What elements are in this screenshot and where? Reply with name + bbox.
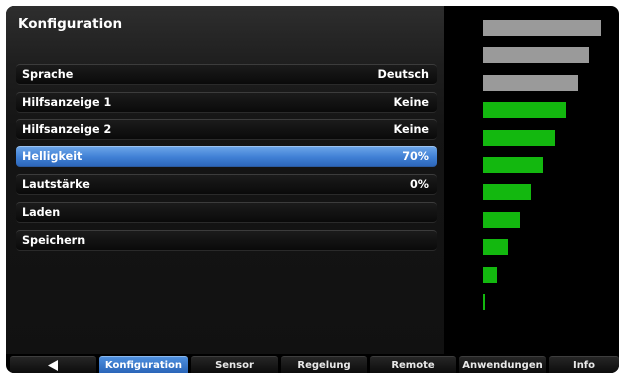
menu-item-speichern[interactable]: Speichern [16,230,437,251]
menu-item-laden[interactable]: Laden [16,202,437,223]
brightness-level-bar [483,239,509,256]
menu-item-lautstaerke[interactable]: Lautstärke 0% [16,174,437,195]
bottom-tab-bar: Konfiguration Sensor Regelung Remote Anw… [6,356,619,373]
menu-item-value: Deutsch [377,68,429,81]
tab-info[interactable]: Info [549,356,619,373]
menu-item-value: 70% [402,150,429,163]
device-screen: Konfiguration Sprache Deutsch Hilfsanzei… [6,6,619,373]
tab-konfiguration[interactable]: Konfiguration [99,356,188,373]
menu-item-label: Helligkeit [22,150,83,163]
brightness-level-bar [483,74,578,91]
brightness-level-bar [483,129,555,146]
menu-item-value: Keine [393,123,429,136]
tab-sensor[interactable]: Sensor [191,356,278,373]
brightness-level-bar [483,102,567,119]
menu-item-label: Sprache [22,68,74,81]
menu-item-value: Keine [393,96,429,109]
tab-anwendungen[interactable]: Anwendungen [459,356,546,373]
menu-item-helligkeit[interactable]: Helligkeit 70% [16,146,437,167]
menu-item-hilfsanzeige-2[interactable]: Hilfsanzeige 2 Keine [16,119,437,140]
menu-item-label: Hilfsanzeige 2 [22,123,112,136]
menu-item-value: 0% [410,178,429,191]
back-arrow-icon [48,359,58,371]
brightness-level-bar [483,157,543,173]
brightness-level-bar [483,266,497,283]
tab-remote[interactable]: Remote [370,356,456,373]
menu-item-label: Lautstärke [22,178,90,191]
brightness-level-bar [483,47,590,64]
page-title: Konfiguration [18,16,123,32]
brightness-level-bar [483,20,601,36]
brightness-level-bar [483,294,485,310]
menu-item-label: Speichern [22,234,86,247]
menu-item-label: Laden [22,206,61,219]
configuration-panel: Konfiguration Sprache Deutsch Hilfsanzei… [6,6,444,354]
menu-item-label: Hilfsanzeige 1 [22,96,112,109]
brightness-level-bar [483,184,532,201]
menu-item-sprache[interactable]: Sprache Deutsch [16,64,437,85]
brightness-level-bar [483,211,520,228]
back-button[interactable] [10,356,96,373]
menu-item-hilfsanzeige-1[interactable]: Hilfsanzeige 1 Keine [16,92,437,113]
tab-regelung[interactable]: Regelung [281,356,367,373]
